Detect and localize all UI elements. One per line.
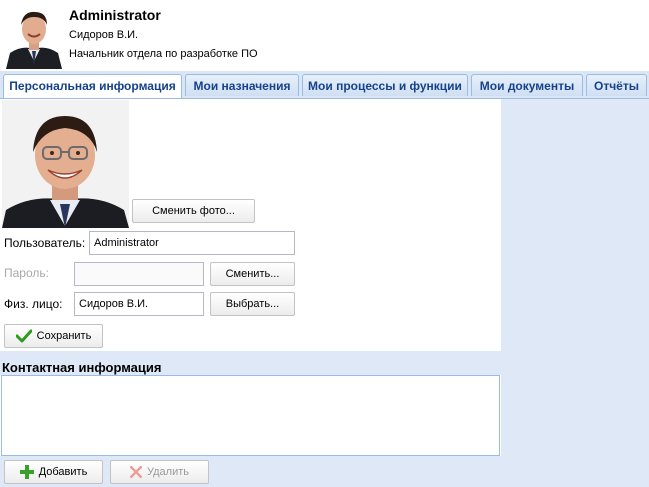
user-short-name: Сидоров В.И. (69, 29, 139, 41)
checkmark-icon (15, 329, 32, 343)
contacts-list[interactable] (1, 375, 500, 456)
delete-icon (130, 466, 142, 478)
change-photo-button[interactable]: Сменить фото... (132, 199, 255, 223)
user-position: Начальник отдела по разработке ПО (69, 48, 258, 60)
add-contact-label: Добавить (38, 466, 88, 478)
contacts-title: Контактная информация (2, 360, 162, 375)
avatar (2, 3, 66, 69)
tab-my-assignments[interactable]: Мои назначения (185, 74, 299, 96)
delete-contact-button[interactable]: Удалить (110, 460, 209, 484)
tab-personal-info[interactable]: Персональная информация (3, 74, 182, 98)
delete-contact-label: Удалить (147, 466, 189, 478)
user-label: Пользователь: (4, 236, 86, 250)
user-photo (2, 100, 129, 228)
user-header: Administrator Сидоров В.И. Начальник отд… (0, 0, 649, 72)
change-password-button[interactable]: Сменить... (210, 262, 295, 286)
save-button[interactable]: Сохранить (4, 324, 103, 348)
plus-icon (19, 465, 34, 479)
person-field[interactable] (74, 292, 204, 316)
add-contact-button[interactable]: Добавить (4, 460, 103, 484)
tab-bar: Персональная информация Мои назначения М… (0, 71, 649, 99)
person-label: Физ. лицо: (4, 297, 63, 311)
tab-my-documents[interactable]: Мои документы (471, 74, 583, 96)
user-field[interactable] (89, 231, 295, 255)
password-label: Пароль: (4, 266, 49, 280)
tab-reports[interactable]: Отчёты (586, 74, 647, 96)
user-name: Administrator (69, 7, 161, 23)
save-button-label: Сохранить (36, 330, 92, 342)
right-panel (501, 99, 649, 487)
tab-my-processes[interactable]: Мои процессы и функции (302, 74, 468, 96)
select-person-button[interactable]: Выбрать... (210, 292, 295, 316)
password-field[interactable] (74, 262, 204, 286)
